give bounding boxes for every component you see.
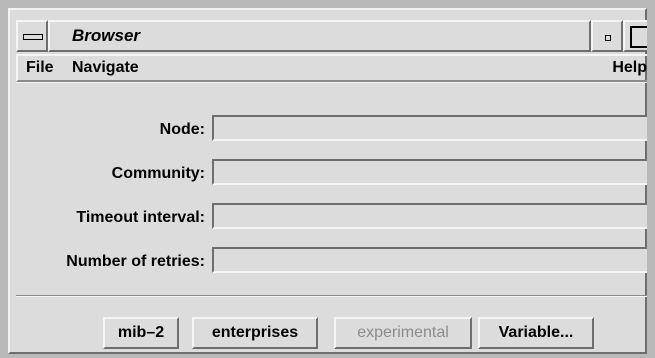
timeout-row: Timeout interval: <box>16 203 647 235</box>
node-label: Node: <box>159 121 205 138</box>
maximize-icon <box>630 26 647 48</box>
retries-row: Number of retries: <box>16 247 647 279</box>
community-field[interactable] <box>212 159 647 185</box>
retries-label: Number of retries: <box>66 253 205 270</box>
retries-field[interactable] <box>212 247 647 273</box>
menu-file[interactable]: File <box>26 59 54 77</box>
form-area: Node: Community: Timeout interval: Numbe… <box>16 82 647 354</box>
window-title: Browser <box>72 26 141 45</box>
timeout-label: Timeout interval: <box>76 209 205 226</box>
node-row: Node: <box>16 115 647 147</box>
browser-window: Browser File Navigate Help Node: Communi… <box>0 0 655 358</box>
minimize-icon <box>605 35 611 41</box>
enterprises-button[interactable]: enterprises <box>192 317 318 349</box>
menu-navigate[interactable]: Navigate <box>72 59 139 77</box>
window-menu-icon <box>23 34 43 40</box>
menu-help[interactable]: Help <box>612 59 647 77</box>
community-label: Community: <box>111 165 205 182</box>
title-bar[interactable]: Browser <box>16 20 647 52</box>
window-menu-button[interactable] <box>16 20 48 52</box>
node-field[interactable] <box>212 115 647 141</box>
variable-button[interactable]: Variable... <box>478 317 594 349</box>
experimental-button: experimental <box>334 317 472 349</box>
title-area[interactable]: Browser <box>48 20 591 52</box>
mib2-button[interactable]: mib–2 <box>103 317 179 349</box>
community-row: Community: <box>16 159 647 191</box>
separator <box>16 295 647 297</box>
timeout-field[interactable] <box>212 203 647 229</box>
maximize-button[interactable] <box>623 20 647 52</box>
minimize-button[interactable] <box>591 20 623 52</box>
menu-bar: File Navigate Help <box>16 54 647 82</box>
